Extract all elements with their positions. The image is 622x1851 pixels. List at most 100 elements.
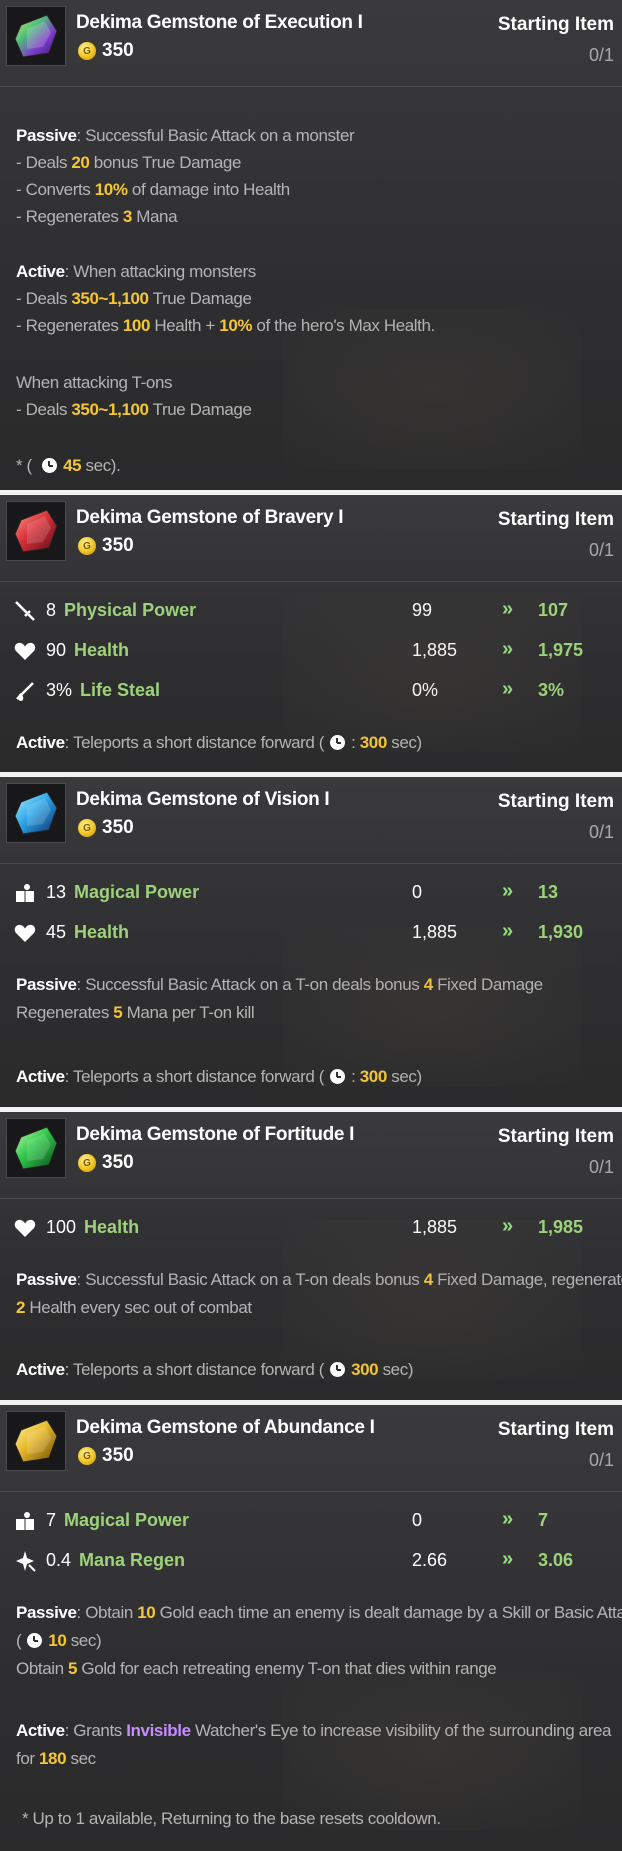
passive-line: Regenerates 5 Mana per T-on kill <box>16 1003 255 1022</box>
stat-new: 1,985 <box>538 1217 584 1237</box>
stat-old: 0% <box>412 680 439 700</box>
item-count: 0/1 <box>588 45 614 65</box>
item-header: Dekima Gemstone of Abundance I G 350 Sta… <box>0 1405 622 1489</box>
item-header: Dekima Gemstone of Fortitude I G 350 Sta… <box>0 1112 622 1196</box>
clock-icon <box>330 1362 346 1377</box>
item-tag: Starting Item <box>497 1419 614 1440</box>
stat-name: Magical Power <box>74 882 200 902</box>
item-card-bravery: Dekima Gemstone of Bravery I G 350 Start… <box>0 495 622 772</box>
divider <box>0 863 622 864</box>
cooldown-note: * ( 45 sec). <box>16 456 121 475</box>
gem-icon <box>6 501 66 561</box>
item-price: G 350 <box>78 535 134 557</box>
stat-old: 2.66 <box>412 1550 448 1570</box>
item-card-execution: Dekima Gemstone of Execution I G 350 Sta… <box>0 0 622 490</box>
item-title: Dekima Gemstone of Abundance I <box>76 1417 375 1438</box>
arrow-icon: » <box>502 880 513 902</box>
stat-row: 45 Health 1,885 » 1,930 <box>0 919 622 947</box>
arrow-icon: » <box>502 598 513 620</box>
gem-icon <box>6 6 66 66</box>
clock-icon <box>330 735 346 750</box>
stat-old: 0 <box>412 882 423 902</box>
stat-new: 7 <box>538 1510 549 1530</box>
stat-row: 8 Physical Power 99 » 107 <box>0 597 622 625</box>
stat-new: 107 <box>538 600 569 620</box>
arrow-icon: » <box>502 1508 513 1530</box>
book-icon <box>12 1509 38 1533</box>
price-value: 350 <box>102 40 134 61</box>
stat-row: 100 Health 1,885 » 1,985 <box>0 1214 622 1242</box>
active-line: - Deals 350~1,100 True Damage <box>16 289 252 308</box>
item-tag: Starting Item <box>497 1126 614 1147</box>
sword-icon <box>12 599 38 623</box>
price-value: 350 <box>102 1445 134 1466</box>
stat-name: Mana Regen <box>79 1550 186 1570</box>
passive-desc: Passive: Successful Basic Attack on a T-… <box>16 975 543 994</box>
item-count: 0/1 <box>588 1157 614 1177</box>
passive-line: - Regenerates 3 Mana <box>16 207 178 226</box>
book-icon <box>12 881 38 905</box>
item-title: Dekima Gemstone of Vision I <box>76 789 330 810</box>
active-desc: Active: Teleports a short distance forwa… <box>16 1067 422 1086</box>
stat-row: 7 Magical Power 0 » 7 <box>0 1507 622 1535</box>
clock-icon <box>27 1633 43 1648</box>
arrow-icon: » <box>502 678 513 700</box>
clock-icon <box>330 1069 346 1084</box>
stat-name: Life Steal <box>80 680 161 700</box>
footnote: * Up to 1 available, Returning to the ba… <box>22 1809 441 1828</box>
gold-coin-icon: G <box>78 1154 96 1172</box>
item-header: Dekima Gemstone of Execution I G 350 Sta… <box>0 0 622 84</box>
arrow-icon: » <box>502 1548 513 1570</box>
tons-heading: When attacking T-ons <box>16 373 173 392</box>
clock-icon <box>42 458 58 473</box>
stat-new: 3.06 <box>538 1550 574 1570</box>
stat-new: 13 <box>538 882 559 902</box>
arrow-icon: » <box>502 920 513 942</box>
divider <box>0 581 622 582</box>
price-value: 350 <box>102 535 134 556</box>
life-steal-icon <box>12 679 38 703</box>
stat-old: 99 <box>412 600 433 620</box>
gem-icon <box>6 783 66 843</box>
passive-desc: Passive: Obtain 10 Gold each time an ene… <box>16 1603 622 1622</box>
item-price: G 350 <box>78 1152 134 1174</box>
passive-desc: Passive: Successful Basic Attack on a T-… <box>16 1270 622 1289</box>
price-value: 350 <box>102 1152 134 1173</box>
item-header: Dekima Gemstone of Bravery I G 350 Start… <box>0 495 622 579</box>
item-tag: Starting Item <box>497 509 614 530</box>
stat-row: 0.4 Mana Regen 2.66 » 3.06 <box>0 1547 622 1575</box>
heart-icon <box>12 1216 38 1240</box>
gold-coin-icon: G <box>78 537 96 555</box>
stat-new: 3% <box>538 680 565 700</box>
active-desc: Active: Teleports a short distance forwa… <box>16 1360 414 1379</box>
mana-regen-icon <box>12 1549 38 1573</box>
stat-old: 0 <box>412 1510 423 1530</box>
active-desc: Active: When attacking monsters <box>16 262 256 281</box>
stat-name: Health <box>84 1217 140 1237</box>
passive-desc: Passive: Successful Basic Attack on a mo… <box>16 126 355 145</box>
item-price: G 350 <box>78 40 134 62</box>
item-card-abundance: Dekima Gemstone of Abundance I G 350 Sta… <box>0 1405 622 1851</box>
tons-line: - Deals 350~1,100 True Damage <box>16 400 252 419</box>
active-line: for 180 sec <box>16 1749 96 1768</box>
gem-icon <box>6 1118 66 1178</box>
item-title: Dekima Gemstone of Fortitude I <box>76 1124 355 1145</box>
heart-icon <box>12 921 38 945</box>
stat-old: 1,885 <box>412 922 458 942</box>
gem-icon <box>6 1411 66 1471</box>
passive-line: - Converts 10% of damage into Health <box>16 180 290 199</box>
arrow-icon: » <box>502 1215 513 1237</box>
stat-row: 90 Health 1,885 » 1,975 <box>0 637 622 665</box>
stat-name: Health <box>74 922 130 942</box>
item-header: Dekima Gemstone of Vision I G 350 Starti… <box>0 777 622 861</box>
active-desc: Active: Grants Invisible Watcher's Eye t… <box>16 1721 612 1740</box>
divider <box>0 1198 622 1199</box>
item-count: 0/1 <box>588 540 614 560</box>
stat-new: 1,975 <box>538 640 584 660</box>
stat-name: Physical Power <box>64 600 197 620</box>
price-value: 350 <box>102 817 134 838</box>
active-desc: Active: Teleports a short distance forwa… <box>16 733 422 752</box>
stat-row: 13 Magical Power 0 » 13 <box>0 879 622 907</box>
item-count: 0/1 <box>588 1450 614 1470</box>
divider <box>0 86 622 87</box>
